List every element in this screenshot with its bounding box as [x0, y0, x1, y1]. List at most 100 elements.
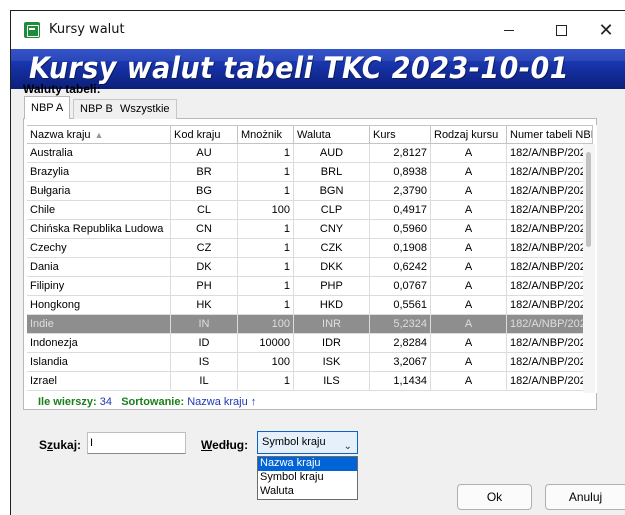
currency-grid[interactable]: Nazwa kraju ▲ Kod kraju Mnożnik Waluta Ku…: [27, 125, 597, 393]
cell-country-code: BR: [171, 163, 238, 182]
status-line: Ile wierszy: 34 Sortowanie: Nazwa kraju …: [38, 396, 256, 408]
cell-currency: CZK: [294, 239, 370, 258]
cell-country: Chińska Republika Ludowa: [27, 220, 171, 239]
cell-rate-type: A: [431, 220, 507, 239]
search-label: Szukaj:: [39, 438, 82, 452]
cell-currency: CNY: [294, 220, 370, 239]
sort-asc-icon: ▲: [94, 130, 104, 140]
cell-currency: ILS: [294, 372, 370, 391]
cell-multiplier: 1: [238, 258, 294, 277]
cell-currency: HKD: [294, 296, 370, 315]
column-header-country[interactable]: Nazwa kraju ▲: [27, 125, 171, 144]
cell-currency: PHP: [294, 277, 370, 296]
option-country-symbol[interactable]: Symbol kraju: [258, 471, 357, 485]
cell-country: Dania: [27, 258, 171, 277]
table-row[interactable]: Dania DK 1 DKK 0,6242 A 182/A/NBP/2023: [27, 258, 593, 277]
cell-table-number: 182/A/NBP/2023: [507, 334, 593, 353]
cell-country-code: IN: [171, 315, 238, 334]
vertical-scrollbar[interactable]: [583, 144, 595, 393]
cell-table-number: 182/A/NBP/2023: [507, 201, 593, 220]
cell-table-number: 182/A/NBP/2023: [507, 163, 593, 182]
cell-country-code: ID: [171, 334, 238, 353]
close-icon[interactable]: ✕: [583, 11, 625, 49]
cell-table-number: 182/A/NBP/2023: [507, 182, 593, 201]
cell-rate: 2,3790: [370, 182, 431, 201]
cell-country: Czechy: [27, 239, 171, 258]
table-row[interactable]: Brazylia BR 1 BRL 0,8938 A 182/A/NBP/2023: [27, 163, 593, 182]
tab-nbp-a[interactable]: NBP A: [24, 96, 71, 119]
cell-multiplier: 10000: [238, 334, 294, 353]
cell-rate: 0,1908: [370, 239, 431, 258]
cell-rate-type: A: [431, 372, 507, 391]
scrollbar-thumb[interactable]: [586, 152, 591, 247]
cell-rate-type: A: [431, 277, 507, 296]
cell-rate: 0,8938: [370, 163, 431, 182]
column-header-country-code[interactable]: Kod kraju: [171, 125, 238, 144]
column-header-currency[interactable]: Waluta: [294, 125, 370, 144]
table-row[interactable]: Izrael IL 1 ILS 1,1434 A 182/A/NBP/2023: [27, 372, 593, 391]
table-row[interactable]: Bułgaria BG 1 BGN 2,3790 A 182/A/NBP/2023: [27, 182, 593, 201]
sort-value: Nazwa kraju ↑: [187, 396, 257, 408]
cell-multiplier: 100: [238, 201, 294, 220]
cell-currency: INR: [294, 315, 370, 334]
cell-rate-type: A: [431, 144, 507, 163]
cell-country-code: CL: [171, 201, 238, 220]
cell-country-code: CZ: [171, 239, 238, 258]
option-currency[interactable]: Waluta: [258, 485, 357, 499]
cell-country-code: IS: [171, 353, 238, 372]
cell-currency: CLP: [294, 201, 370, 220]
minimize-icon[interactable]: [486, 11, 532, 49]
option-country-name[interactable]: Nazwa kraju: [258, 457, 357, 471]
cell-table-number: 182/A/NBP/2023: [507, 258, 593, 277]
cell-rate: 0,0767: [370, 277, 431, 296]
cell-currency: AUD: [294, 144, 370, 163]
cell-country: Chile: [27, 201, 171, 220]
tab-all[interactable]: Wszystkie: [114, 99, 177, 119]
window-title: Kursy walut: [49, 22, 125, 37]
cell-multiplier: 1: [238, 239, 294, 258]
search-by-label: Według:: [201, 438, 249, 452]
cell-rate: 3,2067: [370, 353, 431, 372]
column-header-multiplier[interactable]: Mnożnik: [238, 125, 294, 144]
table-row[interactable]: Islandia IS 100 ISK 3,2067 A 182/A/NBP/2023: [27, 353, 593, 372]
column-header-rate-type[interactable]: Rodzaj kursu: [431, 125, 507, 144]
cell-multiplier: 1: [238, 296, 294, 315]
cell-country-code: IL: [171, 372, 238, 391]
cell-rate-type: A: [431, 258, 507, 277]
cell-rate: 0,5960: [370, 220, 431, 239]
table-row[interactable]: Hongkong HK 1 HKD 0,5561 A 182/A/NBP/2023: [27, 296, 593, 315]
cell-country: Indie: [27, 315, 171, 334]
search-input[interactable]: I: [87, 432, 186, 454]
cell-currency: ISK: [294, 353, 370, 372]
table-row[interactable]: Indie IN 100 INR 5,2324 A 182/A/NBP/2023: [27, 315, 593, 334]
table-row[interactable]: Czechy CZ 1 CZK 0,1908 A 182/A/NBP/2023: [27, 239, 593, 258]
table-row[interactable]: Chińska Republika Ludowa CN 1 CNY 0,5960 A 182…: [27, 220, 593, 239]
cell-country: Filipiny: [27, 277, 171, 296]
cell-currency: IDR: [294, 334, 370, 353]
cell-table-number: 182/A/NBP/2023: [507, 315, 593, 334]
cancel-button[interactable]: Anuluj: [545, 484, 625, 510]
table-row[interactable]: Indonezja ID 10000 IDR 2,8284 A 182/A/NBP/2023: [27, 334, 593, 353]
banner-title: Kursy walut tabeli TKC 2023-10-01: [29, 51, 569, 85]
cell-country: Bułgaria: [27, 182, 171, 201]
cell-rate-type: A: [431, 353, 507, 372]
cell-table-number: 182/A/NBP/2023: [507, 144, 593, 163]
header-banner: Kursy walut tabeli TKC 2023-10-01: [11, 49, 625, 89]
column-header-table-number[interactable]: Numer tabeli NBP: [507, 125, 593, 144]
tab-nbp-b[interactable]: NBP B: [73, 99, 120, 119]
column-header-rate[interactable]: Kurs: [370, 125, 431, 144]
cell-multiplier: 1: [238, 220, 294, 239]
cell-multiplier: 100: [238, 315, 294, 334]
maximize-icon[interactable]: [538, 11, 584, 49]
cell-rate-type: A: [431, 334, 507, 353]
cell-rate-type: A: [431, 182, 507, 201]
search-by-select[interactable]: Symbol kraju ⌄: [257, 431, 358, 454]
cell-table-number: 182/A/NBP/2023: [507, 277, 593, 296]
table-row[interactable]: Australia AU 1 AUD 2,8127 A 182/A/NBP/2023: [27, 144, 593, 163]
cell-rate-type: A: [431, 296, 507, 315]
table-row[interactable]: Filipiny PH 1 PHP 0,0767 A 182/A/NBP/2023: [27, 277, 593, 296]
ok-button[interactable]: Ok: [457, 484, 532, 510]
app-icon: [24, 22, 40, 38]
cell-rate-type: A: [431, 239, 507, 258]
table-row[interactable]: Chile CL 100 CLP 0,4917 A 182/A/NBP/2023: [27, 201, 593, 220]
